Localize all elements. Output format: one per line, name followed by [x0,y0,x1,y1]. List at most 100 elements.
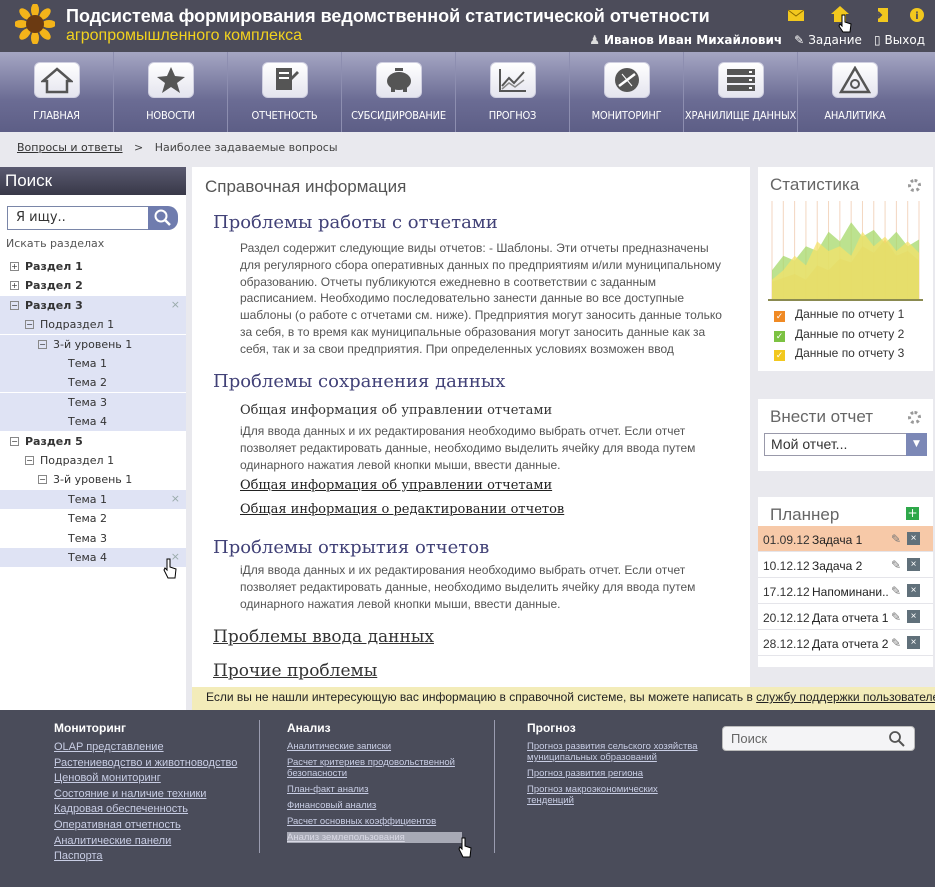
exit-door-icon[interactable] [873,7,891,23]
planner-row[interactable]: 28.12.12 Дата отчета 2 ✎ × [758,630,933,656]
gear-icon[interactable] [908,179,921,192]
mail-icon[interactable] [787,7,805,23]
footer-link[interactable]: Паспорта [54,850,237,862]
footer-link[interactable]: Состояние и наличие техники [54,788,237,800]
tree-item[interactable]: − Раздел 3 × [0,295,186,315]
task-label: Задание [808,33,862,47]
tree-item[interactable]: + Раздел 1 [0,257,186,276]
report-select[interactable]: Мой отчет... [764,433,927,456]
footer-link[interactable]: Ценовой мониторинг [54,772,237,784]
close-icon[interactable]: × [171,298,180,311]
tree-item[interactable]: − Подраздел 1 [0,451,186,470]
footer-link[interactable]: Финансовый анализ [287,800,462,811]
edit-pencil-icon[interactable]: ✎ [891,636,901,650]
footer-link[interactable]: Расчет критериев продовольственной безоп… [287,757,462,779]
add-task-icon[interactable]: + [906,507,919,520]
collapse-icon[interactable]: − [10,436,19,446]
piggybank-icon [375,62,422,98]
footer-link[interactable]: Анализ землепользования [287,832,462,843]
search-input[interactable]: Я ищу.. [7,206,149,230]
link-report-editing[interactable]: Общая информация о редактировании отчето… [240,502,564,517]
tree-item[interactable]: − Подраздел 1 [0,315,186,335]
footer-col-forecast: Прогноз Прогноз развития сельского хозяй… [527,721,702,811]
tree-item[interactable]: Тема 2 [0,373,186,393]
link-other-problems[interactable]: Прочие проблемы [213,661,377,681]
gear-icon[interactable] [908,411,921,424]
nav-item-home[interactable]: ГЛАВНАЯ [0,52,114,132]
tree-item-label: Раздел 1 [25,260,83,273]
collapse-icon[interactable]: − [38,339,47,349]
edit-pencil-icon[interactable]: ✎ [891,610,901,624]
dropdown-button[interactable]: ▼ [906,433,927,456]
delete-icon[interactable]: × [907,558,920,571]
breadcrumb: Вопросы и ответы > Наиболее задаваемые в… [17,141,338,154]
collapse-icon[interactable]: − [10,300,19,310]
tree-item[interactable]: − Раздел 5 [0,432,186,451]
planner-row[interactable]: 10.12.12 Задача 2 ✎ × [758,552,933,578]
footer-link[interactable]: Аналитические панели [54,835,237,847]
checkbox-icon[interactable]: ✓ [774,350,785,361]
footer-link[interactable]: Расчет основных коэффициентов [287,816,462,827]
hand-cursor-icon [163,558,177,579]
expand-icon[interactable]: + [10,262,19,271]
tree-item[interactable]: Тема 4 × [0,548,186,567]
footer-link[interactable]: Прогноз макроэкономических тенденций [527,784,702,806]
tree-item[interactable]: −3-й уровень 1 [0,470,186,489]
tree-item[interactable]: + Раздел 2 [0,276,186,295]
tree-item[interactable]: Тема 3 [0,392,186,412]
section-text-reports: Раздел содержит следующие виды отчетов: … [240,241,722,356]
search-icon[interactable] [888,730,906,748]
nav-item-monitoring[interactable]: МОНИТОРИНГ [570,52,684,132]
user-info[interactable]: ♟ Иванов Иван Михайлович [589,33,782,47]
footer-link[interactable]: Прогноз развития сельского хозяйства мун… [527,741,702,763]
checkbox-icon[interactable]: ✓ [774,311,785,322]
task-link[interactable]: ✎ Задание [794,33,862,47]
footer-link[interactable]: OLAP представление [54,741,237,753]
tree-item[interactable]: Тема 4 [0,412,186,432]
footer-search-input[interactable]: Поиск [722,726,915,751]
delete-icon[interactable]: × [907,610,920,623]
link-data-entry-problems[interactable]: Проблемы ввода данных [213,627,434,647]
checkbox-icon[interactable]: ✓ [774,331,785,342]
search-button[interactable] [148,206,178,230]
footer-link[interactable]: Аналитические записки [287,741,462,752]
footer-link[interactable]: Оперативная отчетность [54,819,237,831]
nav-item-analytics[interactable]: АНАЛИТИКА [798,52,912,132]
statistics-panel: Статистика ✓ Данные по отчету 1 ✓ Данные п… [758,167,933,371]
edit-pencil-icon[interactable]: ✎ [891,532,901,546]
planner-row[interactable]: 01.09.12 Задача 1 ✎ × [758,526,933,552]
nav-item-subsidies[interactable]: СУБСИДИРОВАНИЕ [342,52,456,132]
nav-item-news[interactable]: НОВОСТИ [114,52,228,132]
close-icon[interactable]: × [171,492,180,505]
tree-item-label: Раздел 3 [25,298,83,312]
support-link[interactable]: службу поддержки пользователей [756,690,935,704]
edit-pencil-icon[interactable]: ✎ [891,584,901,598]
footer-link[interactable]: План-факт анализ [287,784,462,795]
footer-link[interactable]: Растениеводство и животноводство [54,757,237,769]
footer-link[interactable]: Кадровая обеспеченность [54,803,237,815]
nav-item-reporting[interactable]: ОТЧЕТНОСТЬ [228,52,342,132]
info-icon[interactable]: i [908,7,926,23]
nav-item-forecast[interactable]: ПРОГНОЗ [456,52,570,132]
tree-item[interactable]: −3-й уровень 1 [0,334,186,354]
delete-icon[interactable]: × [907,636,920,649]
tree-item[interactable]: Тема 1 [0,354,186,373]
delete-icon[interactable]: × [907,532,920,545]
breadcrumb-link-faq[interactable]: Вопросы и ответы [17,141,123,154]
link-report-management[interactable]: Общая информация об управлении отчетами [240,478,552,493]
collapse-icon[interactable]: − [25,320,34,330]
nav-item-data-warehouse[interactable]: ХРАНИЛИЩЕ ДАННЫХ [684,52,798,132]
edit-pencil-icon[interactable]: ✎ [891,558,901,572]
exit-link[interactable]: ▯ Выход [874,33,925,47]
planner-row[interactable]: 17.12.12 Напоминани... ✎ × [758,578,933,604]
delete-icon[interactable]: × [907,584,920,597]
tree-item-label: Подраздел 1 [40,318,115,332]
tree-item[interactable]: Тема 2 [0,509,186,528]
footer-link[interactable]: Прогноз развития региона [527,768,702,779]
tree-item[interactable]: Тема 3 [0,529,186,548]
tree-item[interactable]: Тема 1 × [0,489,186,509]
collapse-icon[interactable]: − [38,475,47,485]
expand-icon[interactable]: + [10,281,19,291]
planner-row[interactable]: 20.12.12 Дата отчета 1 ✎ × [758,604,933,630]
collapse-icon[interactable]: − [25,456,34,465]
